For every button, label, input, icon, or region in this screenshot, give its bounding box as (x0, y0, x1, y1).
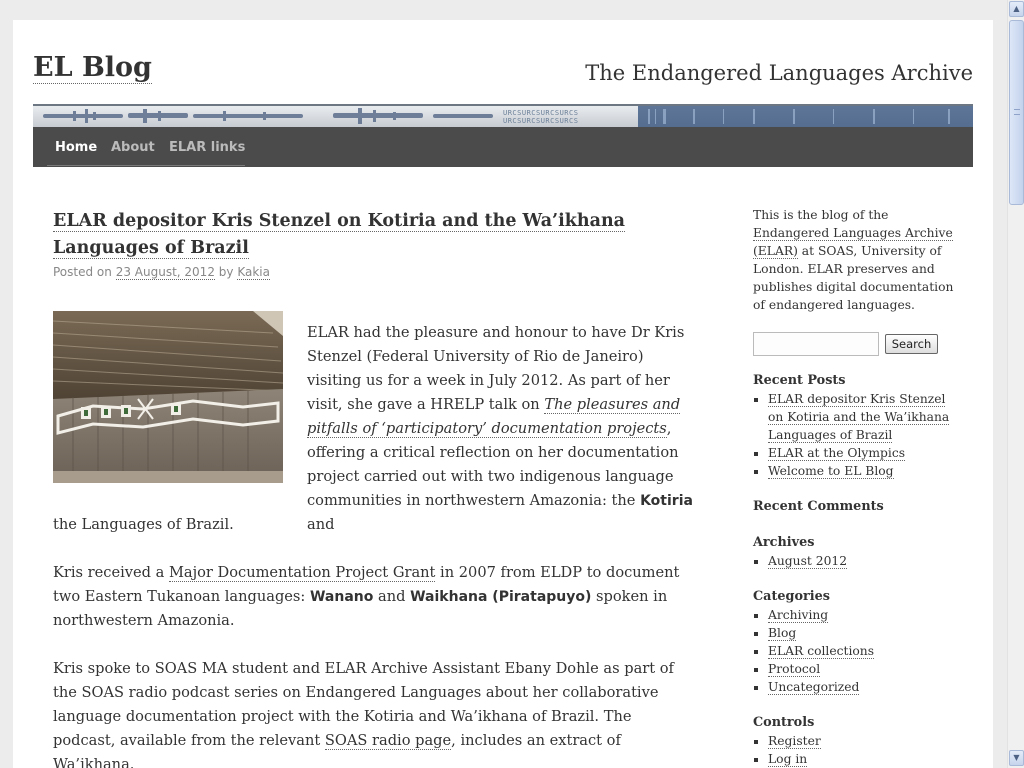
list-item: Welcome to EL Blog (768, 462, 963, 480)
scroll-up-arrow-icon[interactable]: ▲ (1009, 1, 1024, 17)
nav-item-about[interactable]: About (111, 140, 155, 155)
category-link[interactable]: ELAR collections (768, 644, 875, 659)
recent-posts-title: Recent Posts (753, 373, 846, 388)
meta-prefix: Posted on (53, 265, 112, 279)
list-item: ELAR collections (768, 642, 963, 660)
search-button[interactable]: Search (885, 334, 938, 354)
nav-item-home[interactable]: Home (55, 140, 97, 155)
list-item: ELAR depositor Kris Stenzel on Kotiria a… (768, 390, 963, 444)
meta-by: by (218, 265, 234, 279)
post-paragraph-3: Kris spoke to SOAS MA student and ELAR A… (53, 657, 693, 768)
archives-title: Archives (753, 535, 815, 550)
recent-post-link[interactable]: ELAR at the Olympics (768, 446, 906, 461)
post-content: ELAR depositor Kris Stenzel on Kotiria a… (53, 208, 693, 768)
list-item: Uncategorized (768, 678, 963, 696)
post-date-link[interactable]: 23 August, 2012 (115, 265, 215, 280)
recent-post-link[interactable]: ELAR depositor Kris Stenzel on Kotiria a… (768, 392, 950, 443)
header-banner: URCSURCSURCSURCS URCSURCSURCSURCS (33, 104, 973, 127)
list-item: Archiving (768, 606, 963, 624)
nav-divider (47, 165, 245, 166)
controls-title: Controls (753, 715, 815, 730)
post-image[interactable] (53, 311, 283, 483)
categories-title: Categories (753, 589, 830, 604)
category-link[interactable]: Blog (768, 626, 797, 641)
archives-list: August 2012 (768, 552, 963, 570)
login-link[interactable]: Log in (768, 752, 808, 767)
nav-item-elar-links[interactable]: ELAR links (169, 140, 245, 155)
scroll-thumb[interactable] (1009, 20, 1024, 205)
thatched-house-image (53, 311, 283, 483)
list-item: August 2012 (768, 552, 963, 570)
list-item: Register (768, 732, 963, 750)
soas-radio-link[interactable]: SOAS radio page (324, 732, 452, 750)
vertical-scrollbar[interactable]: ▲ ▼ (1007, 0, 1024, 768)
main-navigation: Home About ELAR links (33, 127, 973, 167)
banner-text: URCSURCSURCSURCS URCSURCSURCSURCS (503, 109, 579, 125)
recent-posts-list: ELAR depositor Kris Stenzel on Kotiria a… (768, 390, 963, 480)
p2-text-c: and (373, 588, 411, 605)
search-input[interactable] (753, 332, 879, 356)
list-item: ELAR at the Olympics (768, 444, 963, 462)
categories-list: Archiving Blog ELAR collections Protocol… (768, 606, 963, 696)
post-paragraph-2: Kris received a Major Documentation Proj… (53, 561, 693, 633)
post-title[interactable]: ELAR depositor Kris Stenzel on Kotiria a… (53, 208, 693, 262)
archive-link[interactable]: August 2012 (768, 554, 848, 569)
list-item: Log in (768, 750, 963, 768)
list-item: Protocol (768, 660, 963, 678)
language-waikhana: Waikhana (Piratapuyo) (410, 589, 592, 605)
recent-post-link[interactable]: Welcome to EL Blog (768, 464, 894, 479)
post-paragraph-1: ELAR had the pleasure and honour to have… (307, 321, 693, 537)
category-link[interactable]: Uncategorized (768, 680, 860, 695)
language-wanano: Wanano (309, 589, 374, 605)
recent-comments-title: Recent Comments (753, 499, 884, 514)
post-meta: Posted on 23 August, 2012 by Kakia (53, 265, 693, 280)
site-title[interactable]: EL Blog (33, 52, 152, 84)
grant-link[interactable]: Major Documentation Project Grant (168, 564, 436, 582)
register-link[interactable]: Register (768, 734, 821, 749)
post-paragraph-1-continued: the Languages of Brazil. (53, 516, 234, 533)
sidebar: This is the blog of the Endangered Langu… (753, 206, 963, 768)
list-item: Blog (768, 624, 963, 642)
intro-text-a: This is the blog of the (753, 208, 889, 222)
page-container: EL Blog The Endangered Languages Archive (13, 20, 993, 768)
sidebar-intro: This is the blog of the Endangered Langu… (753, 206, 963, 314)
category-link[interactable]: Protocol (768, 662, 821, 677)
language-kotiria: Kotiria (640, 493, 693, 509)
controls-list: Register Log in (768, 732, 963, 768)
grip-icon (1014, 109, 1020, 115)
category-link[interactable]: Archiving (768, 608, 829, 623)
scroll-down-arrow-icon[interactable]: ▼ (1009, 750, 1024, 766)
p2-text-a: Kris received a (53, 564, 169, 581)
search-form: Search (753, 332, 963, 372)
post-author-link[interactable]: Kakia (237, 265, 270, 280)
site-description: The Endangered Languages Archive (585, 61, 973, 85)
